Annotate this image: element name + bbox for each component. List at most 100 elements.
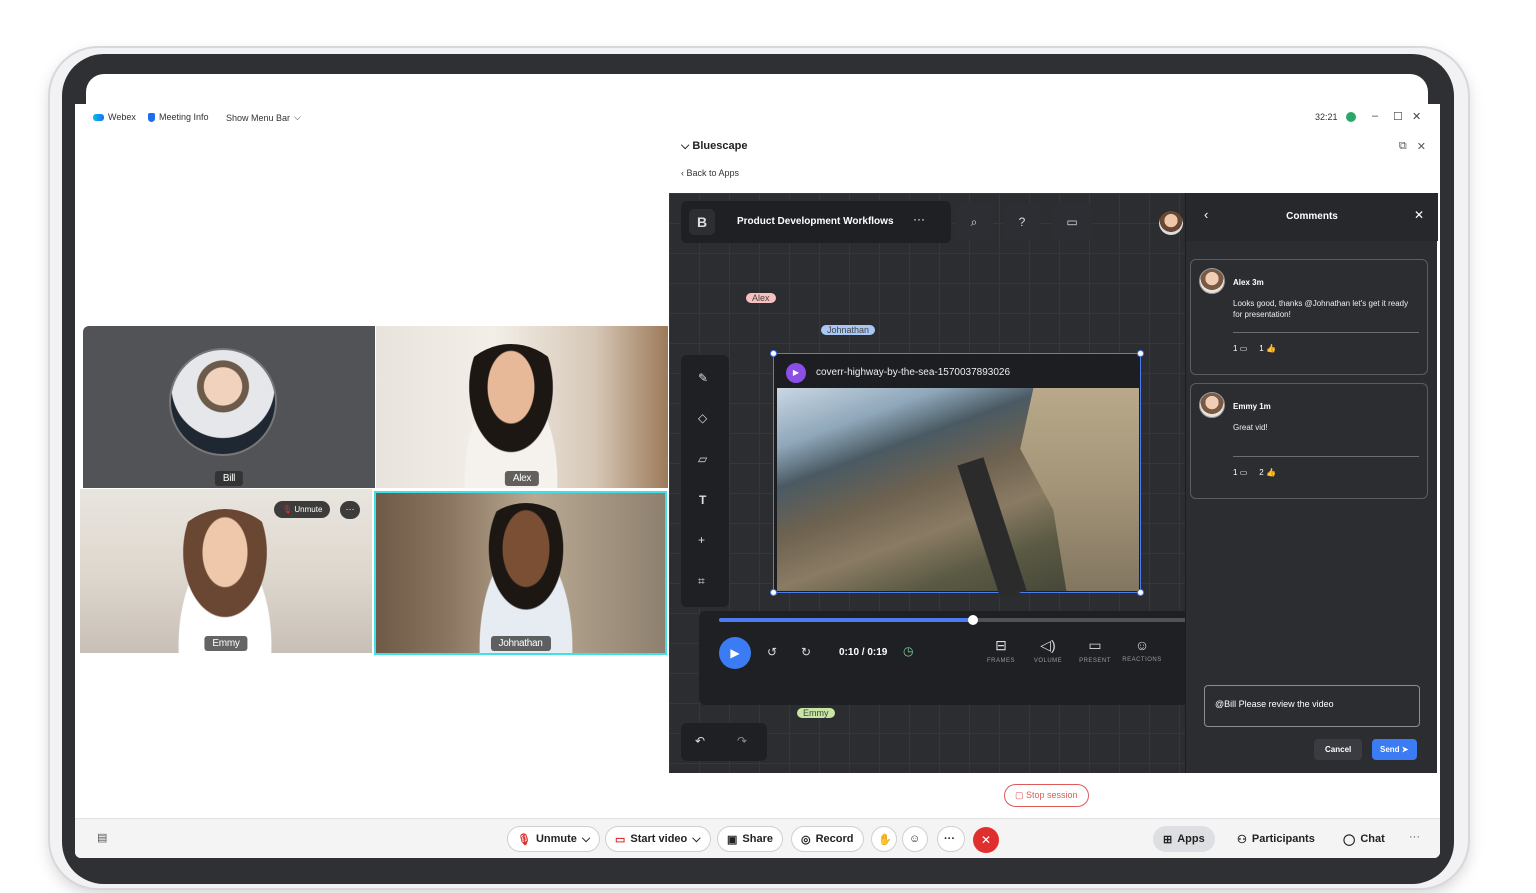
back-to-apps-link[interactable]: ‹ Back to Apps	[681, 168, 739, 178]
screen-top	[86, 74, 1428, 106]
minimize-icon[interactable]: –	[1372, 110, 1378, 122]
send-icon: ➤	[1401, 745, 1409, 754]
workspace-name: Product Development Workflows	[737, 216, 894, 227]
sticky-note-icon[interactable]: ▱	[698, 452, 707, 466]
progress-fill	[719, 618, 973, 622]
bluescape-title[interactable]: ⌵ Bluescape	[681, 140, 747, 153]
comment-text: Great vid!	[1233, 423, 1268, 432]
progress-knob[interactable]	[967, 615, 978, 625]
reply-count[interactable]: 1 ▭	[1233, 468, 1247, 477]
video-play-icon[interactable]: ▶	[786, 363, 806, 383]
start-video-button[interactable]: ▭ Start video ⌵	[605, 826, 711, 852]
raise-hand-button[interactable]: ✋	[871, 826, 897, 852]
participant-more-button[interactable]: ···	[340, 501, 360, 519]
more-icon[interactable]: ···	[1409, 831, 1420, 843]
send-button[interactable]: Send ➤	[1372, 739, 1417, 760]
participants-button[interactable]: ⚇ Participants	[1227, 826, 1325, 852]
chevron-down-icon: ⌵	[681, 140, 690, 152]
apps-button[interactable]: ⊞ Apps	[1153, 826, 1215, 852]
share-icon: ▣	[727, 833, 738, 846]
comment-card[interactable]: Emmy 1m Great vid! 1 ▭ 2 👍	[1190, 383, 1428, 499]
maximize-icon[interactable]: ☐	[1393, 110, 1403, 123]
avatar	[1199, 268, 1225, 294]
thumbs-up-icon: 👍	[1265, 468, 1276, 477]
webex-app-label[interactable]: Webex	[93, 112, 136, 122]
pencil-icon[interactable]: ✎	[698, 371, 708, 385]
reactions-button[interactable]: ☺ REACTIONS	[1122, 637, 1162, 663]
bluescape-logo[interactable]: B	[689, 209, 715, 235]
tools-sidebar: ✎ ◇ ▱ T + ⌗	[681, 355, 729, 607]
comment-card[interactable]: Alex 3m Looks good, thanks @Johnathan le…	[1190, 259, 1428, 375]
participant-video	[446, 344, 576, 488]
reactions-button[interactable]: ☺	[902, 826, 928, 852]
search-button[interactable]: ⌕	[955, 203, 993, 241]
apps-icon: ⊞	[1163, 833, 1173, 846]
like-count[interactable]: 2 👍	[1259, 468, 1276, 477]
frame-icon[interactable]: ⌗	[698, 574, 705, 589]
divider	[1233, 332, 1419, 333]
plus-icon[interactable]: +	[698, 533, 705, 547]
reply-icon: ▭	[1239, 468, 1248, 477]
video-tile-alex[interactable]: Alex	[376, 326, 668, 488]
bluescape-canvas[interactable]: B Product Development Workflows ··· ⌕ ? …	[669, 193, 1187, 773]
cursor-label-alex: Alex	[746, 293, 776, 303]
video-tile-johnathan[interactable]: Johnathan	[374, 491, 667, 655]
undo-redo-toolbar: ↶ ↷	[681, 723, 767, 761]
share-button[interactable]: ▣ Share	[717, 826, 783, 852]
stop-session-button[interactable]: ▢ Stop session	[1004, 784, 1089, 807]
meeting-timer: 32:21	[1315, 112, 1356, 122]
frames-icon: ⊟	[995, 637, 1007, 653]
video-tile-bill[interactable]: Bill	[83, 326, 375, 488]
close-icon[interactable]: ✕	[1417, 140, 1426, 153]
video-card[interactable]: ▶ coverr-highway-by-the-sea-157003789302…	[770, 350, 1144, 606]
chevron-left-icon: ‹	[681, 168, 684, 178]
meeting-info-button[interactable]: Meeting Info	[148, 112, 209, 122]
close-window-icon[interactable]: ✕	[1412, 110, 1421, 123]
like-count[interactable]: 1 👍	[1259, 344, 1276, 353]
cancel-button[interactable]: Cancel	[1314, 739, 1363, 760]
comments-title: Comments	[1286, 211, 1338, 222]
frames-button[interactable]: ⊟ FRAMES	[981, 637, 1021, 664]
undo-icon[interactable]: ↶	[695, 734, 705, 748]
user-avatar[interactable]	[1159, 211, 1183, 235]
video-tile-emmy[interactable]: 🎙 Unmute ··· Emmy	[80, 489, 372, 653]
shield-icon	[148, 112, 155, 122]
present-button[interactable]: ▭	[1053, 203, 1091, 241]
rewind-icon[interactable]: ↺	[767, 645, 777, 659]
shapes-icon[interactable]: ◇	[698, 411, 707, 425]
resize-handle[interactable]	[770, 350, 777, 357]
mic-muted-icon: 🎙	[517, 833, 531, 846]
video-time: 0:10 / 0:19	[839, 647, 888, 658]
close-icon[interactable]: ✕	[1414, 208, 1424, 222]
unmute-button[interactable]: 🎙 Unmute ⌵	[507, 826, 601, 852]
resize-handle[interactable]	[1137, 350, 1144, 357]
record-button[interactable]: ◎ Record	[791, 826, 864, 852]
forward-icon[interactable]: ↻	[801, 645, 811, 659]
workspace-more-icon[interactable]: ···	[913, 212, 925, 226]
present-video-button[interactable]: ▭ PRESENT	[1075, 637, 1115, 664]
cursor-label-emmy: Emmy	[797, 708, 835, 718]
comment-input[interactable]: @Bill Please review the video	[1204, 685, 1420, 727]
popout-icon[interactable]: ⧉	[1399, 140, 1407, 153]
more-options-button[interactable]: ···	[937, 826, 965, 852]
resize-handle[interactable]	[770, 589, 777, 596]
captions-icon[interactable]: ▤	[97, 831, 107, 844]
stop-icon: ▢	[1015, 790, 1024, 800]
chevron-down-icon: ⌵	[294, 112, 301, 122]
clock-icon[interactable]: ◷	[903, 644, 913, 658]
video-progress-bar[interactable]	[719, 615, 1187, 625]
volume-button[interactable]: ◁) VOLUME	[1028, 637, 1068, 664]
redo-icon[interactable]: ↷	[737, 734, 747, 748]
unmute-participant-button[interactable]: 🎙 Unmute	[274, 501, 331, 518]
status-icon	[1345, 112, 1356, 122]
help-button[interactable]: ?	[1003, 203, 1041, 241]
end-call-button[interactable]: ✕	[973, 827, 999, 853]
bluescape-window-controls: ⧉ ✕	[1399, 140, 1426, 153]
play-button[interactable]: ▶	[719, 637, 751, 669]
show-menu-bar-button[interactable]: Show Menu Bar ⌵	[226, 112, 301, 123]
reply-count[interactable]: 1 ▭	[1233, 344, 1247, 353]
comment-meta: 1 ▭ 2 👍	[1233, 468, 1276, 477]
text-icon[interactable]: T	[699, 493, 706, 507]
chat-button[interactable]: ◯ Chat	[1333, 826, 1395, 852]
video-filename: coverr-highway-by-the-sea-1570037893026	[816, 367, 1011, 378]
